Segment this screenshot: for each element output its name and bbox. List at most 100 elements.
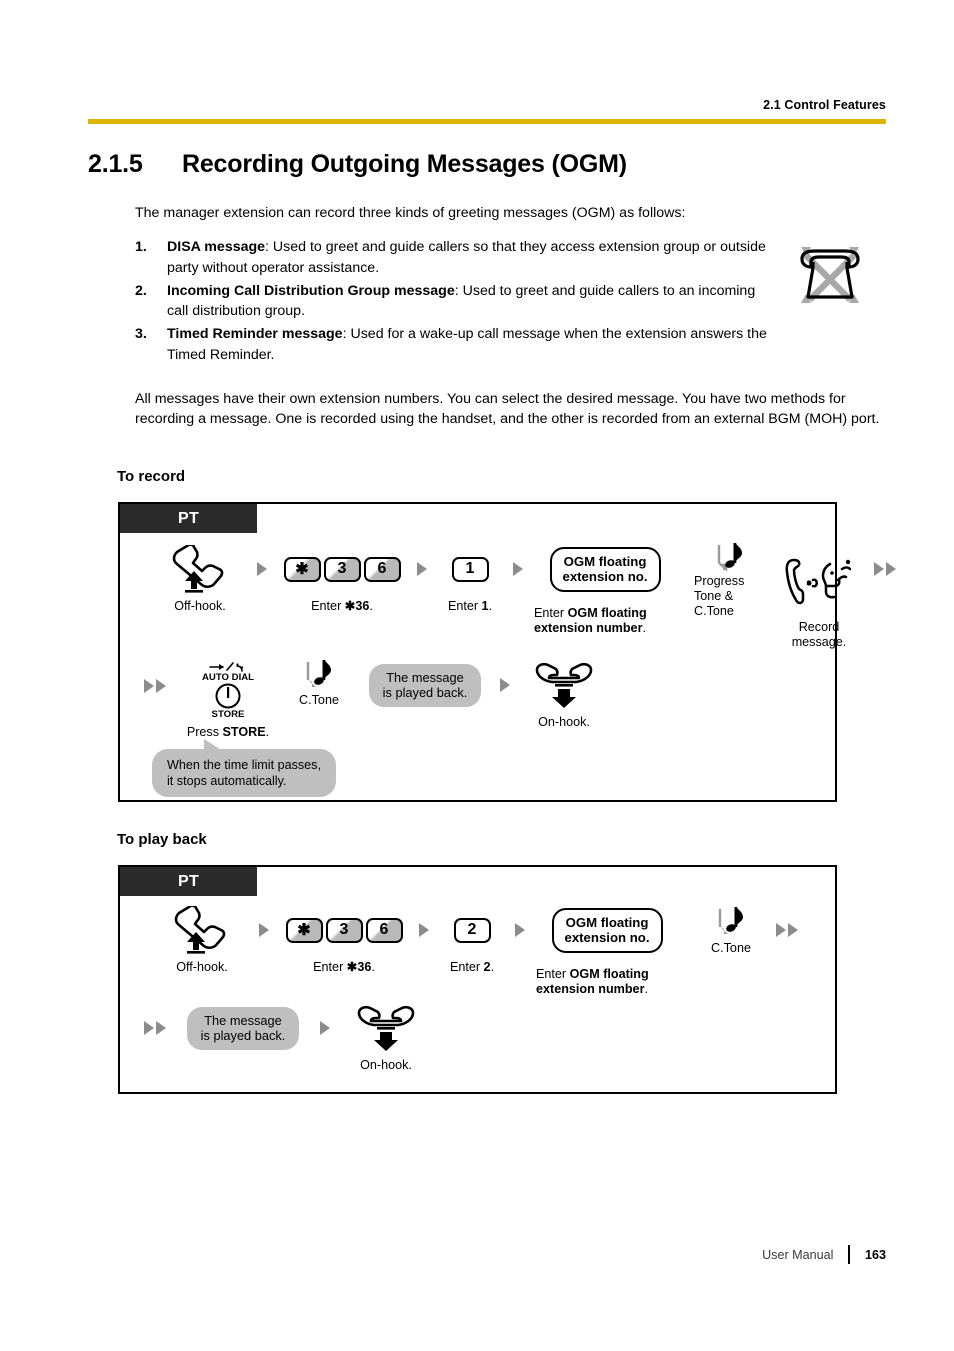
step-on-hook: On-hook. — [344, 1002, 428, 1073]
step-off-hook: Off-hook. — [152, 544, 248, 614]
flow-arrow-double — [144, 1002, 166, 1054]
footer-divider — [848, 1245, 850, 1264]
flow-arrow — [500, 659, 510, 711]
keypad-icon: ✱ 3 6 — [285, 905, 403, 955]
key-2[interactable]: 2 — [453, 917, 491, 943]
page-footer: User Manual 163 — [88, 1245, 886, 1264]
page-title: 2.1.5 Recording Outgoing Messages (OGM) — [88, 150, 627, 179]
flow-arrow — [417, 544, 427, 594]
callout-line-1: When the time limit passes, — [167, 758, 321, 772]
running-head: 2.1 Control Features — [763, 98, 886, 112]
phone-not-available-icon — [789, 245, 871, 307]
step-label: On-hook. — [360, 1058, 412, 1072]
callout-line-2: it stops automatically. — [167, 774, 287, 788]
step-off-hook: Off-hook. — [154, 905, 250, 975]
header-rule — [88, 119, 886, 124]
step-c-tone: C.Tone — [288, 659, 350, 708]
list-item-number: 3. — [135, 326, 147, 343]
body-content: The manager extension can record three k… — [135, 203, 885, 430]
step-label: Off-hook. — [176, 960, 228, 974]
step-label: C.Tone — [711, 941, 751, 955]
key-1[interactable]: 1 — [451, 556, 489, 582]
step-label: Enter OGM floating extension number. — [534, 606, 647, 635]
step-message-played: The message is played back. — [362, 659, 488, 711]
step-message-played: The message is played back. — [180, 1002, 306, 1054]
handset-offhook-icon — [171, 905, 233, 955]
to-play-back-diagram: PT Off-hook. ✱ 3 6 Enter ✱36. 2 Enter 2.… — [118, 865, 837, 1094]
step-label: Press STORE. — [186, 725, 270, 739]
key-star[interactable]: ✱ — [285, 917, 323, 943]
list-item: 2. Incoming Call Distribution Group mess… — [135, 281, 885, 322]
svg-text:AUTO DIAL: AUTO DIAL — [202, 672, 254, 683]
pt-badge: PT — [120, 504, 257, 533]
list-item-term: DISA message — [167, 239, 266, 256]
step-label: Enter 1. — [447, 599, 493, 613]
footer-label: User Manual — [762, 1247, 834, 1262]
handset-onhook-icon — [354, 1002, 418, 1054]
step-ogm-extension: OGM floating extension no. Enter OGM flo… — [532, 544, 678, 636]
key-3[interactable]: 3 — [325, 917, 363, 943]
flow-arrow — [320, 1002, 330, 1054]
callout-tail-icon — [204, 739, 226, 753]
ogm-floating-extension-box[interactable]: OGM floating extension no. — [551, 907, 663, 953]
list-item-number: 2. — [135, 282, 147, 299]
flow-arrow-double — [874, 544, 896, 594]
step-ogm-extension: OGM floating extension no. Enter OGM flo… — [534, 905, 680, 997]
to-record-diagram: PT Off-hook. ✱ 3 6 Enter ✱36. 1 Enter 1.… — [118, 502, 896, 802]
step-record-message: Record message. — [776, 544, 862, 650]
page-header: 2.1 Control Features — [88, 98, 886, 124]
key-6[interactable]: 6 — [363, 556, 401, 582]
key-6[interactable]: 6 — [365, 917, 403, 943]
auto-dial-store-button-icon[interactable]: AUTO DIAL STORE — [197, 659, 259, 721]
step-progress-tone: Progress Tone & C.Tone — [694, 543, 766, 619]
message-played-bubble: The message is played back. — [368, 663, 482, 707]
step-label: Enter ✱36. — [313, 960, 375, 974]
step-enter-star36: ✱ 3 6 Enter ✱36. — [278, 905, 410, 975]
list-item-text: Incoming Call Distribution Group message… — [167, 281, 777, 322]
flow-arrow — [513, 544, 523, 594]
to-play-back-heading: To play back — [117, 831, 207, 848]
step-on-hook: On-hook. — [522, 659, 606, 730]
flow-arrow — [515, 905, 525, 955]
list-item-term: Timed Reminder message — [167, 326, 343, 343]
list-item: 1. DISA message: Used to greet and guide… — [135, 237, 885, 278]
list-item: 3. Timed Reminder message: Used for a wa… — [135, 324, 885, 365]
ogm-floating-extension-box[interactable]: OGM floating extension no. — [549, 546, 661, 592]
list-item-text: Timed Reminder message: Used for a wake-… — [167, 324, 777, 365]
section-title-text: Recording Outgoing Messages (OGM) — [182, 150, 627, 178]
list-item-term: Incoming Call Distribution Group message — [167, 282, 455, 299]
step-enter-star36: ✱ 3 6 Enter ✱36. — [276, 544, 408, 614]
step-press-store: AUTO DIAL STORE Press STORE. — [178, 659, 278, 740]
flow-arrow — [259, 905, 269, 955]
key-star[interactable]: ✱ — [283, 556, 321, 582]
key-3[interactable]: 3 — [323, 556, 361, 582]
section-number: 2.1.5 — [88, 150, 143, 178]
to-record-heading: To record — [117, 468, 186, 485]
svg-text:STORE: STORE — [212, 709, 245, 720]
list-item-number: 1. — [135, 239, 147, 256]
flow-arrow — [257, 544, 267, 594]
time-limit-callout: When the time limit passes, it stops aut… — [152, 739, 336, 797]
step-label: Enter OGM floating extension number. — [536, 967, 649, 996]
keypad-icon: ✱ 3 6 — [283, 544, 401, 594]
tone-note-icon — [302, 659, 336, 691]
list-item-text: DISA message: Used to greet and guide ca… — [167, 237, 797, 278]
step-label: Enter ✱36. — [311, 599, 373, 613]
keypad-icon: 1 — [451, 544, 489, 594]
step-label: C.Tone — [299, 693, 339, 707]
keypad-icon: 2 — [453, 905, 491, 955]
closing-paragraph: All messages have their own extension nu… — [135, 391, 880, 428]
handset-offhook-icon — [169, 544, 231, 594]
intro-paragraph: The manager extension can record three k… — [135, 205, 686, 221]
step-c-tone: C.Tone — [700, 905, 762, 956]
message-types-list: 1. DISA message: Used to greet and guide… — [135, 237, 885, 365]
step-label: Progress Tone & C.Tone — [694, 574, 745, 618]
step-label: Enter 2. — [449, 960, 495, 974]
message-played-bubble: The message is played back. — [186, 1006, 300, 1050]
tone-note-icon — [714, 905, 748, 939]
step-label: Record message. — [791, 620, 847, 649]
pt-badge: PT — [120, 867, 257, 896]
handset-onhook-icon — [532, 659, 596, 711]
tone-note-icon — [713, 543, 747, 572]
step-label: On-hook. — [538, 715, 590, 729]
